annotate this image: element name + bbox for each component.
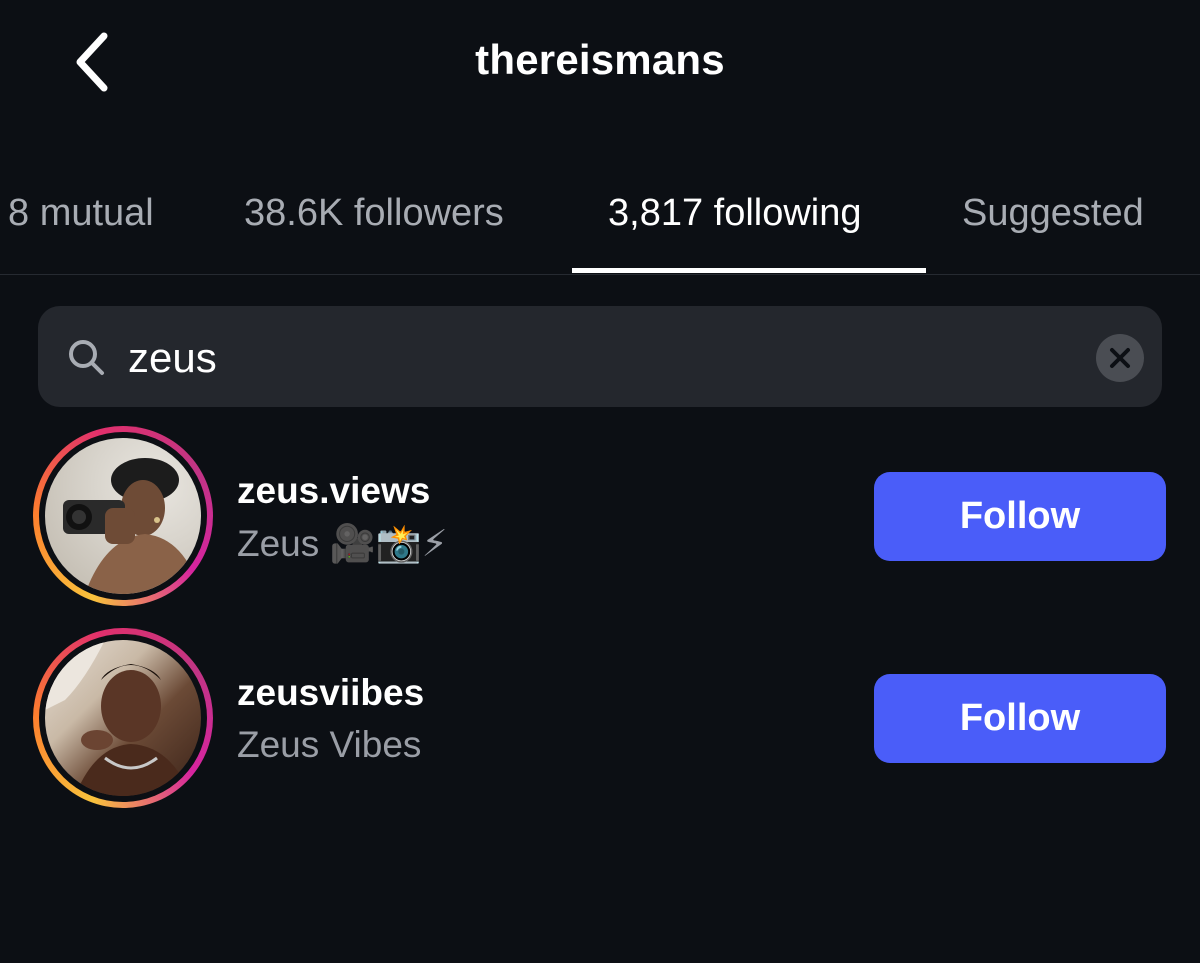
avatar-photo-icon: [45, 640, 191, 796]
full-name: Zeus 🎥📸⚡: [237, 523, 448, 564]
username[interactable]: zeus.views: [237, 470, 430, 512]
active-tab-indicator: [572, 268, 926, 273]
username[interactable]: zeusviibes: [237, 672, 424, 714]
tab-bar: 8 mutual 38.6K followers 3,817 following…: [0, 170, 1200, 275]
tab-followers[interactable]: 38.6K followers: [244, 192, 504, 235]
tab-mutual[interactable]: 8 mutual: [8, 192, 154, 235]
list-item[interactable]: zeus.views Zeus 🎥📸⚡ Follow: [0, 426, 1200, 616]
avatar-story-ring[interactable]: [33, 426, 213, 606]
avatar-story-ring[interactable]: [33, 628, 213, 808]
full-name: Zeus Vibes: [237, 724, 422, 765]
search-input[interactable]: [128, 330, 1068, 386]
page-title: thereismans: [475, 36, 725, 83]
follow-button[interactable]: Follow: [874, 472, 1166, 561]
avatar-photo-icon: [63, 458, 201, 594]
search-icon: [69, 340, 104, 375]
top-bar: thereismans: [0, 0, 1200, 130]
clear-icon: [1110, 348, 1130, 368]
avatar: [45, 640, 201, 796]
tab-suggested[interactable]: Suggested: [962, 192, 1144, 235]
list-item[interactable]: zeusviibes Zeus Vibes Follow: [0, 628, 1200, 818]
tab-following[interactable]: 3,817 following: [608, 192, 862, 235]
avatar: [45, 438, 201, 594]
clear-search-button[interactable]: [1096, 334, 1144, 382]
follow-button[interactable]: Follow: [874, 674, 1166, 763]
